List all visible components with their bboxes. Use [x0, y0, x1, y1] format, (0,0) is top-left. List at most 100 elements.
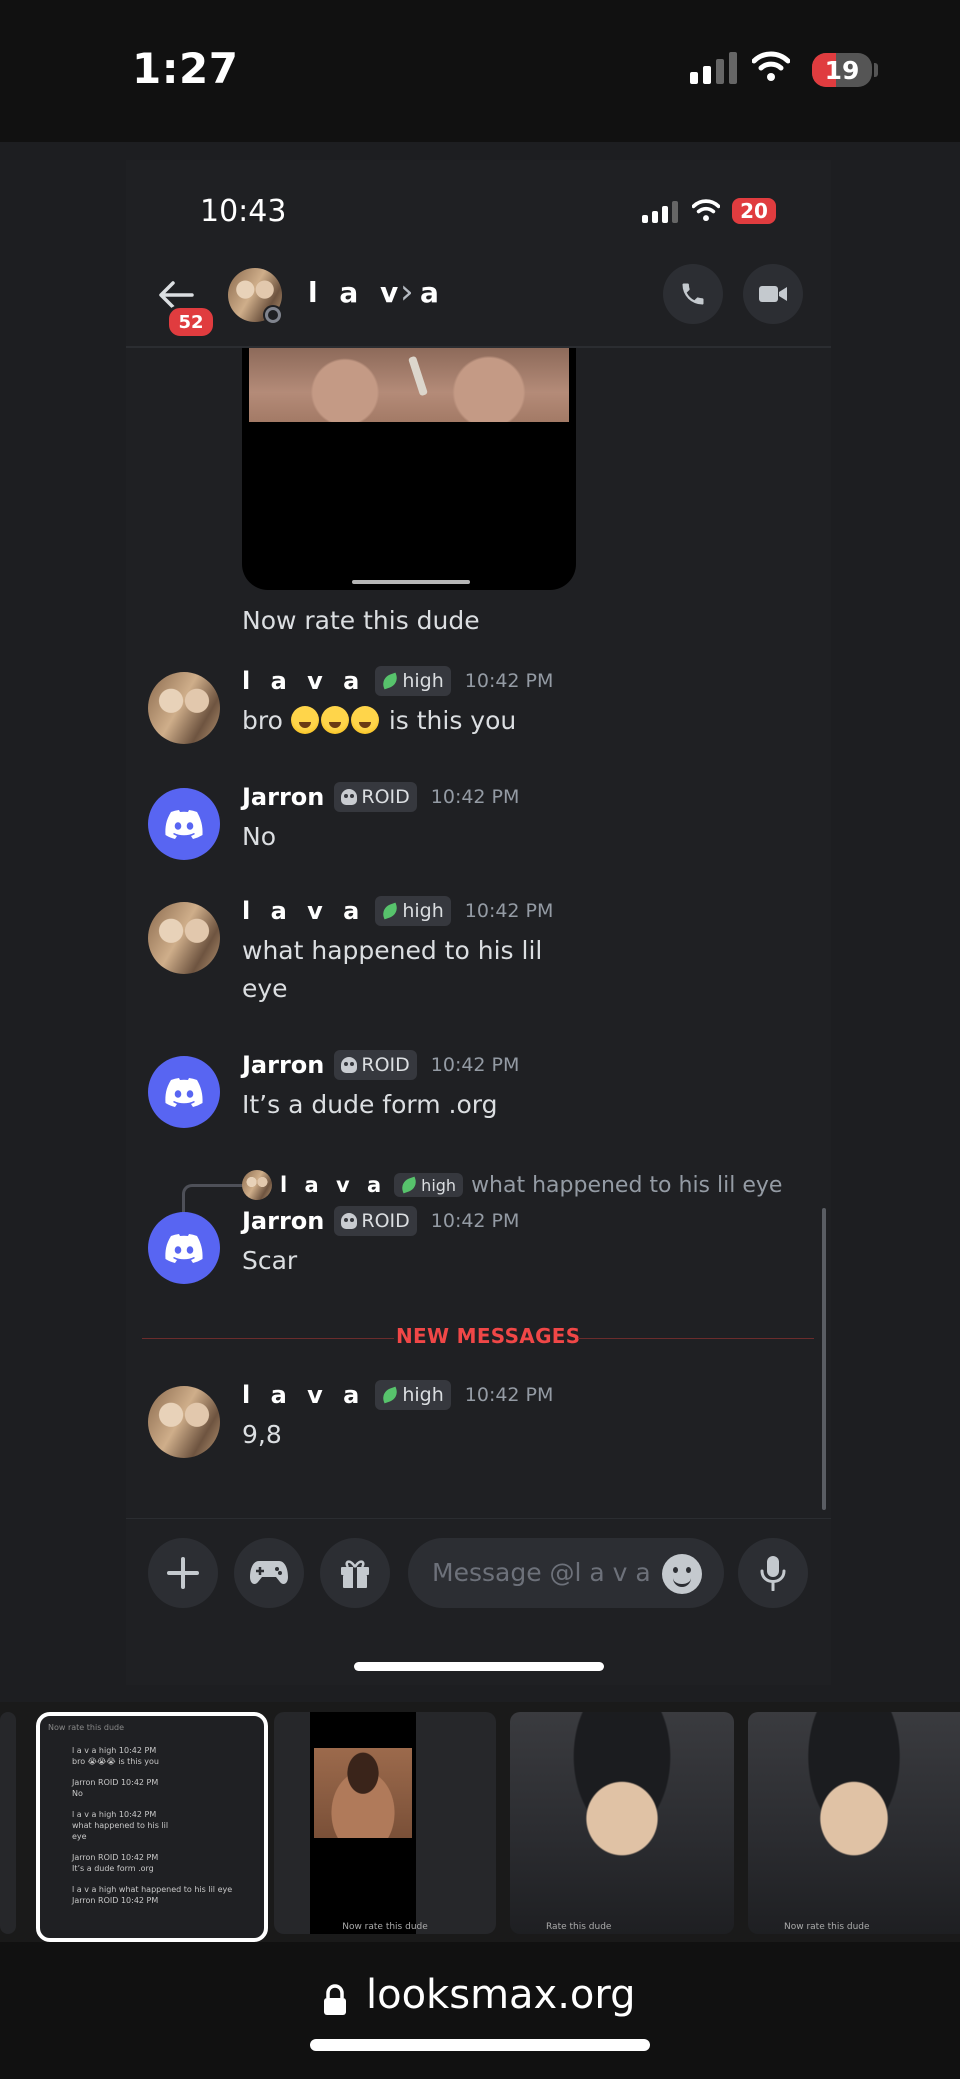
url-text[interactable]: looksmax.org	[366, 1972, 636, 2018]
timestamp: 10:42 PM	[430, 786, 520, 808]
message-text: Scar	[242, 1246, 298, 1275]
plus-icon	[167, 1557, 199, 1589]
wifi-icon	[752, 51, 790, 81]
loudly-crying-face-icon	[350, 706, 379, 734]
inner-signal-icon	[642, 201, 678, 223]
discord-logo-icon	[165, 1078, 203, 1107]
thumbnail-selfie-2[interactable]: Now rate this dude	[748, 1712, 960, 1934]
battery-tip	[874, 63, 878, 77]
skull-icon	[341, 789, 358, 805]
author-name[interactable]: l a v a	[242, 667, 365, 695]
author-name[interactable]: Jarron	[242, 1207, 324, 1235]
leaf-icon	[399, 1176, 419, 1194]
discord-logo-icon	[165, 810, 203, 839]
thumbnail-selected[interactable]: Now rate this dude l a v a high 10:42 PM…	[36, 1712, 268, 1942]
thumbnail-photo	[314, 1748, 412, 1838]
inner-home-indicator	[354, 1662, 604, 1671]
video-camera-icon	[759, 286, 787, 302]
role-badge: ROID	[334, 1206, 417, 1236]
author-name[interactable]: l a v a	[242, 897, 365, 925]
dm-name[interactable]: l a v a	[308, 276, 445, 309]
gamepad-icon	[250, 1561, 288, 1585]
new-messages-line-left	[142, 1338, 394, 1339]
cellular-signal-icon	[690, 52, 737, 84]
mini-line: l a v a high 10:42 PM	[72, 1810, 157, 1819]
outer-battery: 19	[812, 53, 872, 87]
avatar[interactable]	[148, 672, 220, 744]
scrollbar[interactable]	[822, 1208, 826, 1510]
image-attachment[interactable]	[242, 348, 576, 590]
timestamp: 10:42 PM	[430, 1210, 520, 1232]
message-header: Jarron ROID 10:42 PM	[242, 1050, 519, 1080]
avatar[interactable]	[148, 1056, 220, 1128]
timestamp: 10:42 PM	[464, 670, 554, 692]
thumbnail-caption: Now rate this dude	[784, 1922, 870, 1932]
badge-label: high	[402, 670, 444, 692]
home-indicator	[310, 2039, 650, 2051]
add-attachment-button[interactable]	[148, 1538, 218, 1608]
skull-icon	[341, 1213, 358, 1229]
leaf-icon	[380, 672, 400, 690]
leaf-icon	[380, 902, 400, 920]
timestamp: 10:42 PM	[464, 1384, 554, 1406]
message-header: l a v a high 10:42 PM	[242, 896, 553, 926]
new-messages-label: NEW MESSAGES	[396, 1324, 581, 1348]
message-text-end: is this you	[388, 706, 517, 735]
mini-line: Jarron ROID 10:42 PM	[72, 1853, 159, 1862]
reply-text: what happened to his lil eye	[471, 1172, 783, 1198]
avatar[interactable]	[148, 1386, 220, 1458]
phone-icon	[682, 283, 704, 305]
mini-line: It’s a dude form .org	[72, 1864, 154, 1873]
avatar[interactable]	[148, 1212, 220, 1284]
message-text: 9,8	[242, 1420, 282, 1449]
chevron-right-icon[interactable]: ›	[400, 272, 414, 312]
message-text-start: bro	[242, 706, 283, 735]
thumbnail-mini-chat: Now rate this dude l a v a high 10:42 PM…	[40, 1716, 264, 1912]
microphone-icon	[760, 1556, 786, 1591]
mini-line: No	[72, 1789, 83, 1798]
mini-line: l a v a high what happened to his lil ey…	[72, 1885, 233, 1894]
thumbnail-selfie-1[interactable]: Rate this dude	[510, 1712, 734, 1934]
voice-message-button[interactable]	[738, 1538, 808, 1608]
badge-label: high	[402, 900, 444, 922]
discord-screenshot: 10:43 20 52 l a v a › Now rate this dude	[126, 160, 831, 1685]
mini-line: l a v a high 10:42 PM	[72, 1746, 157, 1755]
thumbnail-shirtless-photo[interactable]: Now rate this dude	[274, 1712, 496, 1934]
message-input-placeholder: Message @l a v a	[432, 1558, 651, 1587]
loudly-crying-face-icon	[290, 706, 319, 734]
message-line: eye	[242, 974, 288, 1003]
reply-role-badge: high	[394, 1173, 464, 1197]
message-header: Jarron ROID 10:42 PM	[242, 782, 519, 812]
role-badge: high	[375, 896, 451, 926]
message-header: Jarron ROID 10:42 PM	[242, 1206, 519, 1236]
outer-clock: 1:27	[132, 44, 239, 93]
composer-divider	[126, 1518, 831, 1519]
discord-logo-icon	[165, 1234, 203, 1263]
browser-url-bar: looksmax.org	[0, 1942, 960, 2079]
badge-label: ROID	[361, 1054, 410, 1076]
author-name[interactable]: Jarron	[242, 1051, 324, 1079]
badge-label: high	[421, 1175, 457, 1195]
message-input[interactable]: Message @l a v a	[408, 1538, 724, 1608]
thumbnail-partial[interactable]	[0, 1712, 16, 1934]
avatar[interactable]	[148, 788, 220, 860]
inner-battery: 20	[732, 198, 776, 224]
reply-avatar	[242, 1170, 272, 1200]
author-name[interactable]: l a v a	[242, 1381, 365, 1409]
video-call-button[interactable]	[743, 264, 803, 324]
emoji-icon[interactable]	[662, 1554, 702, 1594]
lock-icon	[324, 1984, 346, 2015]
voice-call-button[interactable]	[663, 264, 723, 324]
apps-button[interactable]	[234, 1538, 304, 1608]
avatar[interactable]	[148, 902, 220, 974]
outer-status-bar: 1:27 19	[0, 0, 960, 142]
mini-line: eye	[72, 1832, 87, 1841]
thumbnail-caption: Rate this dude	[546, 1922, 612, 1932]
author-name[interactable]: Jarron	[242, 783, 324, 811]
reply-preview[interactable]: l a v a high what happened to his lil ey…	[242, 1170, 782, 1200]
message-header: l a v a high 10:42 PM	[242, 666, 553, 696]
loudly-crying-face-icon	[320, 706, 349, 734]
gift-button[interactable]	[320, 1538, 390, 1608]
role-badge: high	[375, 1380, 451, 1410]
role-badge: ROID	[334, 1050, 417, 1080]
